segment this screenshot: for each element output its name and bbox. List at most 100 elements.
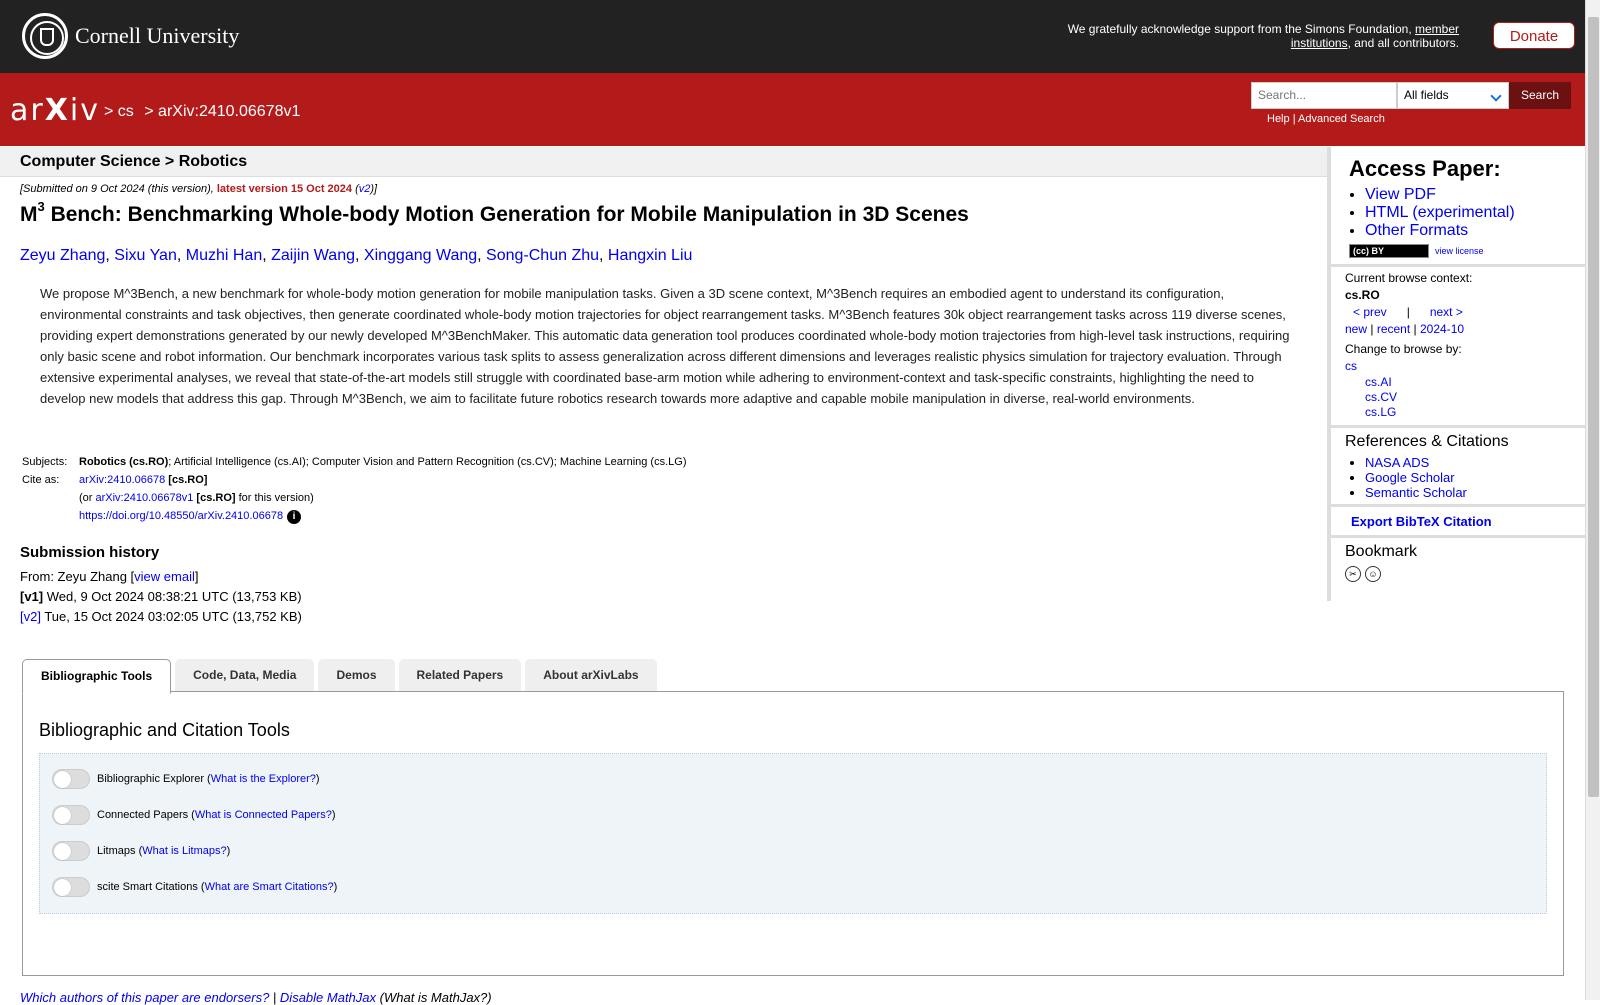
disable-mathjax-link[interactable]: Disable MathJax [280, 990, 376, 1005]
tool-row: Litmaps (What is Litmaps?) [52, 841, 230, 861]
info-icon[interactable]: i [287, 510, 302, 524]
panel-title: Bibliographic and Citation Tools [39, 720, 290, 740]
cornell-seal-icon [22, 13, 68, 59]
browse-cs-cv-link[interactable]: cs.CV [1365, 390, 1397, 404]
current-context: cs.RO [1345, 288, 1380, 302]
author-link[interactable]: Zaijin Wang [271, 247, 355, 264]
export-bibtex-link[interactable]: Export BibTeX Citation [1351, 514, 1492, 529]
browse-cs-lg-link[interactable]: cs.LG [1365, 405, 1396, 419]
breadcrumb-cs[interactable]: > cs [104, 103, 134, 120]
cite-link[interactable]: arXiv:2410.06678 [79, 474, 165, 486]
tab-demos[interactable]: Demos [318, 659, 395, 692]
browse-cs-ai-link[interactable]: cs.AI [1365, 375, 1392, 389]
scite-toggle[interactable] [52, 877, 90, 897]
semantic-scholar-link[interactable]: Semantic Scholar [1365, 485, 1467, 500]
bookmark-section: Bookmark ✂ ☺ [1331, 538, 1585, 596]
google-scholar-link[interactable]: Google Scholar [1365, 470, 1455, 485]
v2-history-link[interactable]: [v2] [20, 609, 41, 624]
nasa-ads-link[interactable]: NASA ADS [1365, 455, 1429, 470]
page-scrollbar[interactable] [1585, 0, 1600, 1000]
submission-dateline: [Submitted on 9 Oct 2024 (this version),… [20, 183, 378, 195]
author-link[interactable]: Muzhi Han [186, 247, 262, 264]
tab-about-arxivlabs[interactable]: About arXivLabs [525, 659, 657, 692]
cc-by-license-icon[interactable]: (cc) BY [1349, 244, 1429, 258]
tab-code-data-media[interactable]: Code, Data, Media [175, 659, 315, 692]
access-paper-heading: Access Paper: [1349, 156, 1501, 181]
author-list: Zeyu Zhang, Sixu Yan, Muzhi Han, Zaijin … [20, 247, 693, 264]
help-link[interactable]: Help [1267, 113, 1290, 125]
latest-version: latest version 15 Oct 2024 [216, 183, 353, 195]
reddit-icon[interactable]: ☺ [1365, 566, 1381, 582]
cornell-logo-text: Cornell University [75, 23, 240, 48]
references-section: References & Citations NASA ADS Google S… [1331, 428, 1585, 507]
abstract: We propose M^3Bench, a new benchmark for… [40, 286, 1290, 406]
search-input[interactable]: Search... [1251, 82, 1397, 109]
paper-metadata: Subjects: Robotics (cs.RO); Artificial I… [22, 456, 687, 524]
arxiv-logo[interactable]: arXiv [10, 93, 100, 128]
arxiv-header: arXiv > cs > arXiv:2410.06678v1 Search..… [0, 73, 1585, 146]
scrollbar-thumb[interactable] [1588, 17, 1599, 797]
author-link[interactable]: Xinggang Wang [364, 247, 477, 264]
search-field-select[interactable]: All fields [1397, 82, 1509, 109]
submission-history: From: Zeyu Zhang [view email] [v1] Wed, … [20, 569, 302, 624]
breadcrumb-paper-id: > arXiv:2410.06678v1 [144, 103, 301, 120]
labs-tabs: Bibliographic Tools Code, Data, Media De… [22, 659, 661, 694]
author-link[interactable]: Zeyu Zhang [20, 247, 105, 264]
v1-label: [v1] [20, 589, 44, 604]
right-sidebar: Access Paper: View PDF HTML (experimenta… [1327, 147, 1585, 601]
month-link[interactable]: 2024-10 [1420, 322, 1464, 336]
tab-bibliographic-tools[interactable]: Bibliographic Tools [22, 659, 172, 694]
browse-context-section: Current browse context: cs.RO < prev | n… [1331, 267, 1585, 428]
what-is-litmaps-link[interactable]: What is Litmaps? [142, 845, 226, 857]
help-links: Help | Advanced Search [1267, 113, 1385, 125]
tab-related-papers[interactable]: Related Papers [398, 659, 522, 692]
breadcrumb: > cs > arXiv:2410.06678v1 [104, 103, 306, 121]
tool-row: scite Smart Citations (What are Smart Ci… [52, 877, 337, 897]
what-is-connected-papers-link[interactable]: What is Connected Papers? [195, 809, 332, 821]
chevron-down-icon [1490, 90, 1502, 102]
references-heading: References & Citations [1345, 433, 1509, 450]
cornell-logo[interactable]: Cornell University [22, 13, 239, 59]
other-formats-link[interactable]: Other Formats [1365, 222, 1468, 239]
subject-heading: Computer Science > Robotics [20, 153, 248, 170]
bottom-links: Which authors of this paper are endorser… [20, 990, 492, 1005]
recent-link[interactable]: recent [1377, 322, 1410, 336]
author-link[interactable]: Song-Chun Zhu [486, 247, 599, 264]
tool-row: Bibliographic Explorer (What is the Expl… [52, 769, 320, 789]
donate-button[interactable]: Donate [1493, 22, 1575, 49]
subjects-value: Robotics (cs.RO); Artificial Intelligenc… [79, 456, 687, 468]
access-paper-section: Access Paper: View PDF HTML (experimenta… [1331, 147, 1585, 267]
view-email-link[interactable]: view email [134, 569, 195, 584]
subject-header: Computer Science > Robotics [0, 147, 1327, 177]
what-is-explorer-link[interactable]: What is the Explorer? [211, 773, 316, 785]
bibsonomy-icon[interactable]: ✂ [1345, 566, 1361, 582]
tool-row: Connected Papers (What is Connected Pape… [52, 805, 335, 825]
view-pdf-link[interactable]: View PDF [1365, 186, 1436, 203]
litmaps-toggle[interactable] [52, 841, 90, 861]
top-bar: Cornell University We gratefully acknowl… [0, 0, 1585, 73]
bibliographic-explorer-toggle[interactable] [52, 769, 90, 789]
search-button[interactable]: Search [1509, 82, 1571, 109]
acknowledgement: We gratefully acknowledge support from t… [1067, 22, 1459, 50]
advanced-search-link[interactable]: Advanced Search [1298, 113, 1385, 125]
prev-link[interactable]: < prev [1353, 304, 1387, 321]
doi-link[interactable]: https://doi.org/10.48550/arXiv.2410.0667… [79, 510, 283, 522]
next-link[interactable]: next > [1430, 304, 1463, 321]
what-are-smart-citations-link[interactable]: What are Smart Citations? [205, 881, 334, 893]
view-license-link[interactable]: view license [1435, 246, 1484, 256]
author-link[interactable]: Sixu Yan [114, 247, 177, 264]
bookmark-heading: Bookmark [1345, 543, 1418, 560]
paper-title: M3 Bench: Benchmarking Whole-body Motion… [20, 199, 969, 226]
html-experimental-link[interactable]: HTML (experimental) [1365, 204, 1515, 221]
connected-papers-toggle[interactable] [52, 805, 90, 825]
author-link[interactable]: Hangxin Liu [608, 247, 693, 264]
tab-panel: Bibliographic and Citation Tools Bibliog… [22, 691, 1564, 976]
v2-link[interactable]: v2 [359, 183, 371, 195]
cite-version-link[interactable]: arXiv:2410.06678v1 [96, 492, 194, 504]
cite-label: Cite as: [22, 474, 60, 486]
tools-box: Bibliographic Explorer (What is the Expl… [39, 753, 1547, 914]
submission-history-heading: Submission history [20, 544, 160, 561]
new-link[interactable]: new [1345, 322, 1367, 336]
browse-cs-link[interactable]: cs [1345, 359, 1357, 373]
endorsers-link[interactable]: Which authors of this paper are endorser… [20, 990, 269, 1005]
